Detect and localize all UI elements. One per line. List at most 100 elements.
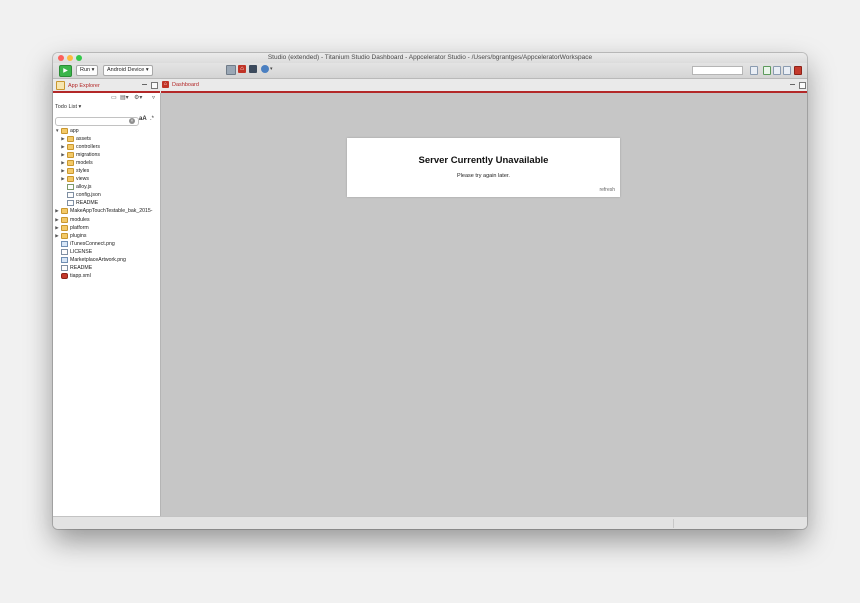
server-unavailable-card: Server Currently Unavailable Please try … (347, 138, 620, 197)
debug-perspective-icon[interactable] (763, 66, 771, 75)
folder-icon (61, 224, 68, 231)
tree-item[interactable]: ▶ styles (53, 167, 160, 175)
target-select[interactable]: Android Device ▾ (103, 65, 153, 76)
folder-icon (67, 152, 74, 159)
publish-icon[interactable] (261, 65, 269, 73)
tree-item[interactable]: ▶ modules (53, 216, 160, 224)
dashboard-home-icon[interactable]: ⌂ (238, 65, 246, 73)
expanded-arrow-icon[interactable]: ▼ (55, 127, 59, 135)
tree-item[interactable]: LICENSE (53, 248, 160, 256)
tree-item-label: iTunesConnect.png (70, 240, 115, 247)
tree-item[interactable]: ▶ assets (53, 135, 160, 143)
collapsed-arrow-icon[interactable]: ▶ (55, 224, 59, 232)
tree-item[interactable]: ▶ migrations (53, 151, 160, 159)
titanium-perspective-icon[interactable] (794, 66, 802, 75)
run-mode-select[interactable]: Run ▾ (76, 65, 99, 76)
tree-item[interactable]: README (53, 264, 160, 272)
target-label: Android Device (107, 67, 145, 73)
tree-item[interactable]: README (53, 199, 160, 207)
case-sensitive-toggle[interactable]: aA (139, 116, 147, 122)
chevron-down-icon: ▾ (91, 67, 95, 73)
app-explorer-icon (56, 81, 65, 90)
status-bar (53, 516, 807, 529)
project-tree: ▼ app ▶ assets ▶ controllers ▶ migrations ▶ model… (53, 127, 160, 280)
tree-item[interactable]: ▼ app (53, 127, 160, 135)
tab-dashboard[interactable]: ⌂ Dashboard (162, 81, 199, 90)
editor-perspective-icon[interactable] (783, 66, 791, 75)
play-icon[interactable]: ▶ (59, 65, 72, 77)
new-file-icon[interactable]: ▤▾ (120, 94, 129, 102)
collapsed-arrow-icon[interactable]: ▶ (61, 175, 65, 183)
tree-item[interactable]: ▶ models (53, 159, 160, 167)
tree-item[interactable]: MarketplaceArtwork.png (53, 256, 160, 264)
maximize-icon[interactable] (151, 82, 158, 89)
maximize-icon[interactable] (799, 82, 806, 89)
studio-window: Studio (extended) - Titanium Studio Dash… (53, 53, 807, 529)
tree-item-label: config.json (76, 192, 101, 199)
collapse-all-icon[interactable]: ▭ (111, 94, 117, 102)
tree-item[interactable]: ▶ MakeAppTouchTestable_bak_2015- (53, 207, 160, 215)
tree-item-label: controllers (76, 144, 100, 151)
package-icon[interactable] (226, 65, 236, 75)
tree-item[interactable]: iTunesConnect.png (53, 240, 160, 248)
minimize-icon[interactable] (790, 84, 795, 85)
tree-item-label: views (76, 176, 89, 183)
tree-item-label: styles (76, 168, 90, 175)
collapsed-arrow-icon[interactable]: ▶ (61, 159, 65, 167)
web-perspective-icon[interactable] (773, 66, 781, 75)
folder-icon (61, 232, 68, 239)
tree-item-label: modules (70, 216, 90, 223)
filter-input[interactable] (55, 117, 139, 126)
refresh-link[interactable]: refresh (599, 187, 615, 193)
search-input[interactable] (692, 66, 743, 75)
folder-icon (61, 208, 68, 215)
folder-icon (61, 216, 68, 223)
tree-item-label: plugins (70, 232, 87, 239)
collapsed-arrow-icon[interactable]: ▶ (55, 232, 59, 240)
project-select-icon[interactable]: ⚙▾ (134, 94, 142, 102)
tree-item[interactable]: ▶ plugins (53, 232, 160, 240)
collapsed-arrow-icon[interactable]: ▶ (61, 151, 65, 159)
tree-item[interactable]: ▶ views (53, 175, 160, 183)
clear-filter-icon[interactable]: × (129, 118, 135, 124)
folder-icon (67, 176, 74, 183)
chevron-down-icon[interactable]: ▾ (270, 65, 273, 73)
tree-item[interactable]: config.json (53, 191, 160, 199)
todo-list-label: Todo List (55, 104, 78, 110)
tree-item-label: migrations (76, 152, 100, 159)
todo-list-dropdown[interactable]: Todo List ▾ (55, 103, 81, 111)
collapsed-arrow-icon[interactable]: ▶ (55, 216, 59, 224)
tree-item-label: README (70, 264, 93, 271)
collapsed-arrow-icon[interactable]: ▶ (61, 143, 65, 151)
collapsed-arrow-icon[interactable]: ▶ (61, 135, 65, 143)
main-toolbar: ▶ Run ▾ Android Device ▾ ⌂ ▾ (53, 63, 807, 79)
xml-file-icon (61, 272, 68, 279)
folder-icon (67, 168, 74, 175)
image-file-icon (61, 240, 68, 247)
minimize-icon[interactable] (142, 84, 147, 85)
collapsed-arrow-icon[interactable]: ▶ (55, 207, 59, 215)
file-icon (67, 200, 74, 207)
dashboard-content: Server Currently Unavailable Please try … (161, 93, 807, 516)
tree-item-label: MarketplaceArtwork.png (70, 256, 126, 263)
tree-item-label: models (76, 160, 93, 167)
folder-icon (67, 144, 74, 151)
tree-item[interactable]: ▶ controllers (53, 143, 160, 151)
tree-item[interactable]: tiapp.xml (53, 272, 160, 280)
tree-item[interactable]: alloy.js (53, 183, 160, 191)
tree-item-label: alloy.js (76, 184, 92, 191)
collapsed-arrow-icon[interactable]: ▶ (61, 167, 65, 175)
folder-icon (61, 128, 68, 134)
tree-item-label: app (70, 128, 79, 134)
title-bar: Studio (extended) - Titanium Studio Dash… (53, 53, 807, 63)
regex-toggle[interactable]: .* (150, 116, 154, 122)
perspective-icon[interactable] (750, 66, 758, 75)
view-menu-icon[interactable]: ▿ (152, 94, 155, 102)
tree-item-label: tiapp.xml (70, 272, 91, 279)
window-title: Studio (extended) - Titanium Studio Dash… (267, 54, 593, 61)
javascript-file-icon (67, 184, 74, 191)
tab-app-explorer[interactable]: App Explorer (56, 81, 100, 90)
tree-item[interactable]: ▶ platform (53, 224, 160, 232)
image-file-icon (61, 256, 68, 263)
terminal-icon[interactable] (249, 65, 257, 73)
